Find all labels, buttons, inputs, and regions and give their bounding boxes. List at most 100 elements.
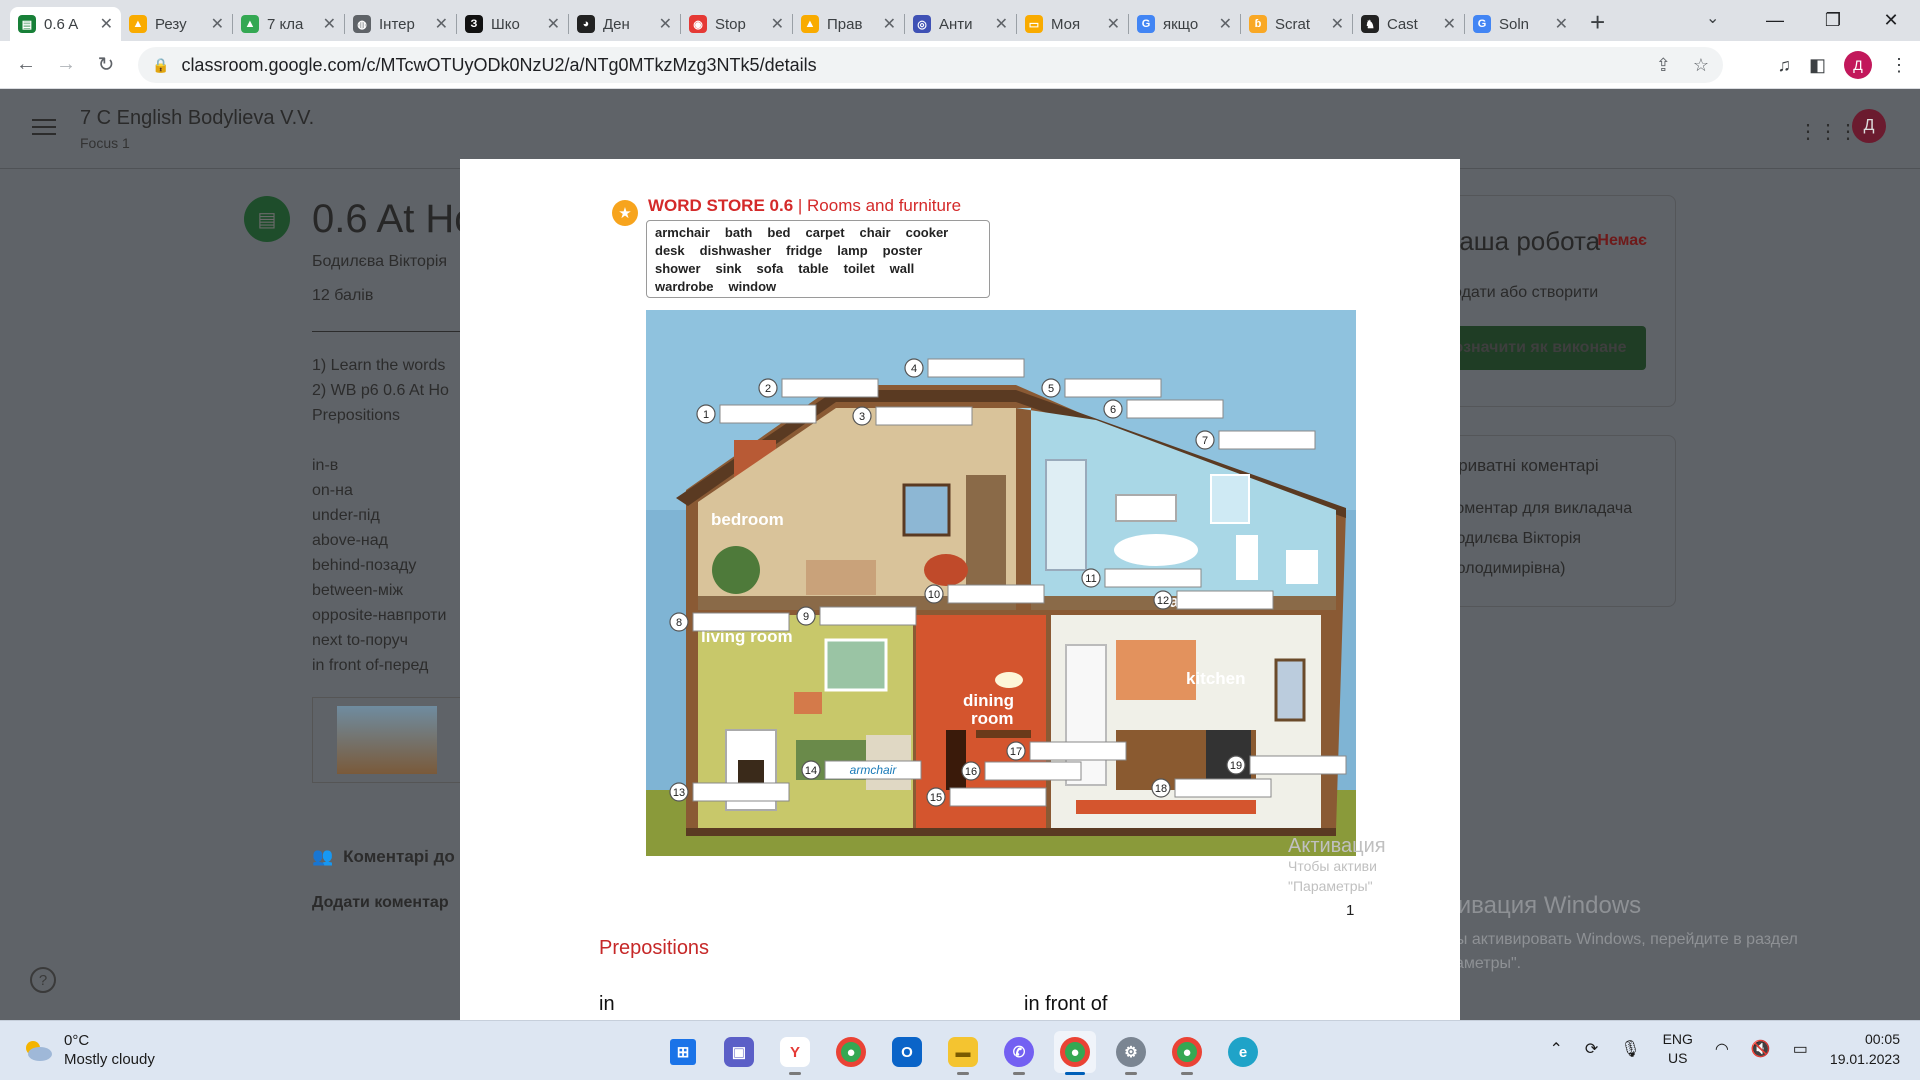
word-item: wardrobe [655, 279, 714, 294]
browser-menu-icon[interactable]: ⋮ [1890, 55, 1908, 76]
media-control-icon[interactable]: ♫ [1777, 55, 1791, 76]
tab-close-icon[interactable]: ✕ [1107, 14, 1120, 34]
answer-box [692, 782, 790, 802]
tab-close-icon[interactable]: ✕ [659, 14, 672, 34]
edge-icon[interactable]: e [1222, 1031, 1264, 1073]
forward-icon[interactable]: → [46, 53, 86, 76]
tab-close-icon[interactable]: ✕ [547, 14, 560, 34]
bookmark-star-icon[interactable]: ☆ [1693, 55, 1709, 76]
tab-close-icon[interactable]: ✕ [1443, 14, 1456, 34]
battery-icon[interactable]: ▭ [1793, 1039, 1808, 1059]
tab-favicon-icon: ♞ [1361, 15, 1379, 33]
attachment-thumbnail[interactable] [312, 697, 462, 783]
teams-chat-icon[interactable]: ▣ [718, 1031, 760, 1073]
hamburger-menu-icon[interactable] [32, 119, 56, 140]
tab-close-icon[interactable]: ✕ [995, 14, 1008, 34]
address-bar[interactable]: 🔒 classroom.google.com/c/MTcwOTUyODk0NzU… [138, 47, 1723, 83]
outlook-icon[interactable]: O [886, 1031, 928, 1073]
activation-title: Активация Windows [1420, 892, 1642, 919]
url-text[interactable]: classroom.google.com/c/MTcwOTUyODk0NzU2/… [181, 55, 816, 76]
star-icon: ★ [612, 200, 638, 226]
private-comment-link[interactable]: Коментар для викладача Бодилєва Вікторія… [1446, 494, 1666, 584]
reload-icon[interactable]: ↻ [86, 52, 126, 77]
chrome-profile-icon[interactable]: ● [1166, 1031, 1208, 1075]
apps-grid-icon[interactable]: ⋮⋮⋮ [1798, 119, 1858, 144]
number-label: 7 [1202, 435, 1208, 447]
microphone-icon[interactable]: 🎙 [1620, 1039, 1640, 1059]
tab-favicon-icon: ɓ [1249, 15, 1267, 33]
number-label: 2 [765, 383, 771, 395]
tab-title: Scrat [1275, 15, 1311, 33]
browser-tab[interactable]: ◕ Ден ✕ [569, 7, 680, 41]
tab-title: Шко [491, 15, 520, 33]
new-tab-button[interactable]: + [1590, 5, 1605, 39]
settings-icon[interactable]: ⚙ [1110, 1031, 1152, 1075]
course-title[interactable]: 7 C English Bodylieva V.V. [80, 107, 314, 130]
number-label: 9 [803, 611, 809, 623]
browser-tab[interactable]: ▲ 7 кла ✕ [233, 7, 344, 41]
speaker-muted-icon[interactable]: 🔇 [1751, 1039, 1771, 1059]
viber-icon[interactable]: ✆ [998, 1031, 1040, 1075]
tab-close-icon[interactable]: ✕ [211, 14, 224, 34]
tab-favicon-icon: ▲ [129, 15, 147, 33]
browser-tab[interactable]: ▲ Резу ✕ [121, 7, 232, 41]
worksheet-page: ★ WORD STORE 0.6 | Rooms and furniture a… [600, 192, 1395, 920]
profile-avatar[interactable]: Д [1844, 51, 1872, 79]
wifi-icon[interactable]: ◠ [1715, 1039, 1729, 1059]
side-panel-icon[interactable]: ◧ [1809, 55, 1826, 76]
room-label-dining-room: dining room [963, 691, 1014, 728]
your-work-card: Ваша робота Немає Додати або створити По… [1432, 195, 1676, 407]
number-label: 6 [1110, 404, 1116, 416]
browser-tab[interactable]: ▤ 0.6 A ✕ [10, 7, 121, 41]
browser-tab[interactable]: ♞ Cast ✕ [1353, 7, 1464, 41]
number-label: 12 [1157, 595, 1169, 607]
activation-text: Чтобы активировать Windows, перейдите в … [1420, 931, 1798, 972]
tab-close-icon[interactable]: ✕ [1555, 14, 1568, 34]
browser-tab[interactable]: ▭ Моя ✕ [1017, 7, 1128, 41]
answer-box [819, 606, 917, 626]
maximize-icon[interactable]: ❐ [1804, 10, 1862, 31]
yandex-browser-icon[interactable]: Y [774, 1031, 816, 1075]
tab-close-icon[interactable]: ✕ [883, 14, 896, 34]
tab-close-icon[interactable]: ✕ [1219, 14, 1232, 34]
close-window-icon[interactable]: ✕ [1862, 10, 1920, 31]
browser-tab[interactable]: ▲ Прав ✕ [793, 7, 904, 41]
weather-widget[interactable]: 0°C Mostly cloudy [20, 1031, 155, 1069]
start-button[interactable]: ⊞ [662, 1031, 704, 1073]
share-icon[interactable]: ⇪ [1656, 55, 1671, 76]
tab-close-icon[interactable]: ✕ [100, 14, 113, 34]
browser-tab[interactable]: ◉ Stop ✕ [681, 7, 792, 41]
browser-tab[interactable]: Gякщо ✕ [1129, 7, 1240, 41]
chrome-icon[interactable]: ● [830, 1031, 872, 1073]
browser-tab[interactable]: ◎ Анти ✕ [905, 7, 1016, 41]
private-comments-card: Приватні коментарі Коментар для викладач… [1432, 435, 1676, 607]
tab-close-icon[interactable]: ✕ [771, 14, 784, 34]
word-item: armchair [655, 225, 710, 240]
tab-favicon-icon: ▲ [801, 15, 819, 33]
file-explorer-icon[interactable]: ▬ [942, 1031, 984, 1075]
tab-search-icon[interactable]: ⌄ [1706, 8, 1719, 28]
add-class-comment-link[interactable]: Додати коментар [312, 894, 449, 912]
tab-favicon-icon: G [1137, 15, 1155, 33]
number-label: 4 [911, 363, 917, 375]
number-label: 11 [1085, 573, 1096, 585]
tab-close-icon[interactable]: ✕ [435, 14, 448, 34]
chrome-profile-active-icon[interactable]: ● [1054, 1031, 1096, 1075]
language-indicator[interactable]: ENG US [1663, 1030, 1693, 1068]
account-avatar[interactable]: Д [1852, 109, 1886, 143]
help-icon[interactable]: ? [30, 967, 56, 993]
add-or-create-button[interactable]: Додати або створити [1442, 284, 1598, 302]
browser-tab[interactable]: G Soln ✕ [1465, 7, 1576, 41]
course-subtitle: Focus 1 [80, 135, 130, 151]
sync-icon[interactable]: ⟳ [1585, 1039, 1598, 1059]
minimize-icon[interactable]: — [1746, 10, 1804, 31]
tab-close-icon[interactable]: ✕ [323, 14, 336, 34]
mark-as-done-button[interactable]: Позначити як виконане [1432, 326, 1646, 370]
tab-close-icon[interactable]: ✕ [1331, 14, 1344, 34]
browser-tab[interactable]: З Шко ✕ [457, 7, 568, 41]
back-icon[interactable]: ← [6, 53, 46, 76]
browser-tab[interactable]: ◍ Інтер ✕ [345, 7, 456, 41]
clock[interactable]: 00:05 19.01.2023 [1830, 1029, 1900, 1069]
chevron-up-icon[interactable]: ⌃ [1549, 1039, 1562, 1059]
browser-tab[interactable]: ɓ Scrat ✕ [1241, 7, 1352, 41]
